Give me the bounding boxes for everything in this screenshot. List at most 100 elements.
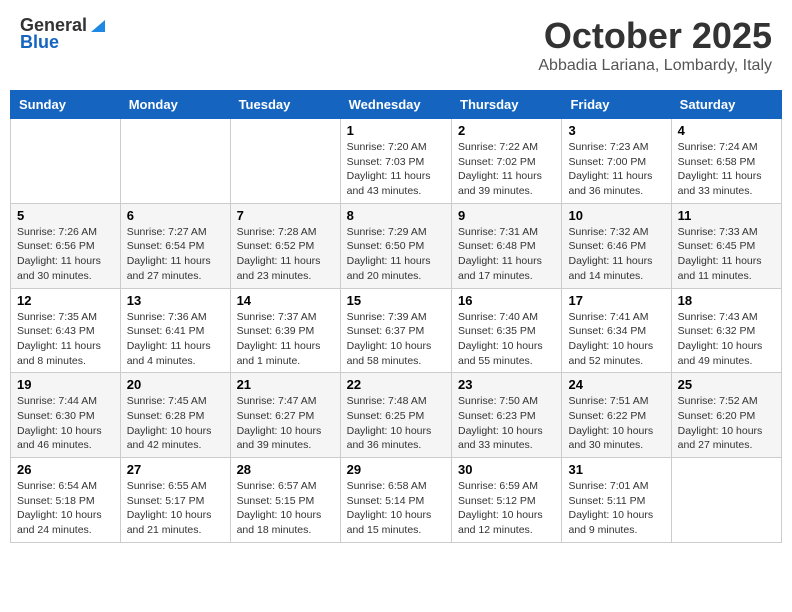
day-info: Sunrise: 7:52 AM Sunset: 6:20 PM Dayligh…	[678, 394, 775, 453]
day-info: Sunrise: 7:27 AM Sunset: 6:54 PM Dayligh…	[127, 225, 224, 284]
calendar-cell	[230, 119, 340, 204]
day-number: 14	[237, 293, 334, 308]
calendar-cell: 7 Sunrise: 7:28 AM Sunset: 6:52 PM Daylig…	[230, 203, 340, 288]
day-info: Sunrise: 7:22 AM Sunset: 7:02 PM Dayligh…	[458, 140, 555, 199]
calendar-cell: 28 Sunrise: 6:57 AM Sunset: 5:15 PM Dayli…	[230, 458, 340, 543]
calendar-cell: 20Sunrise: 7:45 AM Sunset: 6:28 PM Dayli…	[120, 373, 230, 458]
day-number: 8	[347, 208, 445, 223]
day-number: 9	[458, 208, 555, 223]
calendar-cell: 22 Sunrise: 7:48 AM Sunset: 6:25 PM Dayli…	[340, 373, 451, 458]
calendar-week-row: 19 Sunrise: 7:44 AM Sunset: 6:30 PM Dayli…	[11, 373, 782, 458]
day-info: Sunrise: 7:23 AM Sunset: 7:00 PM Dayligh…	[568, 140, 664, 199]
day-number: 3	[568, 123, 664, 138]
calendar-cell: 10 Sunrise: 7:32 AM Sunset: 6:46 PM Dayli…	[562, 203, 671, 288]
day-number: 16	[458, 293, 555, 308]
day-info: Sunrise: 7:43 AM Sunset: 6:32 PM Dayligh…	[678, 310, 775, 369]
day-info: Sunrise: 7:41 AM Sunset: 6:34 PM Dayligh…	[568, 310, 664, 369]
weekday-header-tuesday: Tuesday	[230, 91, 340, 119]
day-info: Sunrise: 7:24 AM Sunset: 6:58 PM Dayligh…	[678, 140, 775, 199]
day-info: Sunrise: 7:37 AM Sunset: 6:39 PM Dayligh…	[237, 310, 334, 369]
weekday-header-wednesday: Wednesday	[340, 91, 451, 119]
day-info: Sunrise: 7:40 AM Sunset: 6:35 PM Dayligh…	[458, 310, 555, 369]
calendar-cell: 29 Sunrise: 6:58 AM Sunset: 5:14 PM Dayli…	[340, 458, 451, 543]
logo: General Blue	[20, 15, 107, 53]
month-title: October 2025	[538, 15, 772, 57]
day-number: 7	[237, 208, 334, 223]
day-info: Sunrise: 6:58 AM Sunset: 5:14 PM Dayligh…	[347, 479, 445, 538]
day-info: Sunrise: 7:31 AM Sunset: 6:48 PM Dayligh…	[458, 225, 555, 284]
day-info: Sunrise: 7:44 AM Sunset: 6:30 PM Dayligh…	[17, 394, 114, 453]
calendar-cell: 13 Sunrise: 7:36 AM Sunset: 6:41 PM Dayli…	[120, 288, 230, 373]
day-info: Sunrise: 6:59 AM Sunset: 5:12 PM Dayligh…	[458, 479, 555, 538]
calendar-cell	[671, 458, 781, 543]
calendar-cell	[11, 119, 121, 204]
calendar-cell: 31 Sunrise: 7:01 AM Sunset: 5:11 PM Dayli…	[562, 458, 671, 543]
calendar-cell: 9 Sunrise: 7:31 AM Sunset: 6:48 PM Daylig…	[452, 203, 562, 288]
day-info: Sunrise: 6:57 AM Sunset: 5:15 PM Dayligh…	[237, 479, 334, 538]
day-number: 19	[17, 377, 114, 392]
weekday-header-saturday: Saturday	[671, 91, 781, 119]
day-info: Sunrise: 7:50 AM Sunset: 6:23 PM Dayligh…	[458, 394, 555, 453]
calendar-cell: 6 Sunrise: 7:27 AM Sunset: 6:54 PM Daylig…	[120, 203, 230, 288]
day-number: 27	[127, 462, 224, 477]
day-info: Sunrise: 7:28 AM Sunset: 6:52 PM Dayligh…	[237, 225, 334, 284]
logo-blue-text: Blue	[20, 32, 59, 53]
day-info: Sunrise: 7:20 AM Sunset: 7:03 PM Dayligh…	[347, 140, 445, 199]
calendar-cell: 16 Sunrise: 7:40 AM Sunset: 6:35 PM Dayli…	[452, 288, 562, 373]
calendar-cell: 1Sunrise: 7:20 AM Sunset: 7:03 PM Daylig…	[340, 119, 451, 204]
calendar-week-row: 26Sunrise: 6:54 AM Sunset: 5:18 PM Dayli…	[11, 458, 782, 543]
day-number: 26	[17, 462, 114, 477]
day-number: 29	[347, 462, 445, 477]
day-number: 11	[678, 208, 775, 223]
day-info: Sunrise: 7:26 AM Sunset: 6:56 PM Dayligh…	[17, 225, 114, 284]
weekday-header-thursday: Thursday	[452, 91, 562, 119]
day-number: 6	[127, 208, 224, 223]
day-number: 31	[568, 462, 664, 477]
weekday-header-friday: Friday	[562, 91, 671, 119]
calendar-cell: 2Sunrise: 7:22 AM Sunset: 7:02 PM Daylig…	[452, 119, 562, 204]
day-number: 4	[678, 123, 775, 138]
calendar-cell: 18 Sunrise: 7:43 AM Sunset: 6:32 PM Dayli…	[671, 288, 781, 373]
day-info: Sunrise: 7:39 AM Sunset: 6:37 PM Dayligh…	[347, 310, 445, 369]
calendar-week-row: 1Sunrise: 7:20 AM Sunset: 7:03 PM Daylig…	[11, 119, 782, 204]
day-info: Sunrise: 7:47 AM Sunset: 6:27 PM Dayligh…	[237, 394, 334, 453]
day-number: 22	[347, 377, 445, 392]
day-number: 30	[458, 462, 555, 477]
calendar-table: SundayMondayTuesdayWednesdayThursdayFrid…	[10, 90, 782, 543]
logo-triangle-icon	[89, 16, 107, 34]
calendar-cell: 25Sunrise: 7:52 AM Sunset: 6:20 PM Dayli…	[671, 373, 781, 458]
day-info: Sunrise: 7:51 AM Sunset: 6:22 PM Dayligh…	[568, 394, 664, 453]
calendar-cell: 12Sunrise: 7:35 AM Sunset: 6:43 PM Dayli…	[11, 288, 121, 373]
day-number: 21	[237, 377, 334, 392]
weekday-header-row: SundayMondayTuesdayWednesdayThursdayFrid…	[11, 91, 782, 119]
calendar-cell: 24Sunrise: 7:51 AM Sunset: 6:22 PM Dayli…	[562, 373, 671, 458]
calendar-cell: 5 Sunrise: 7:26 AM Sunset: 6:56 PM Daylig…	[11, 203, 121, 288]
calendar-cell: 21 Sunrise: 7:47 AM Sunset: 6:27 PM Dayli…	[230, 373, 340, 458]
day-info: Sunrise: 7:32 AM Sunset: 6:46 PM Dayligh…	[568, 225, 664, 284]
day-info: Sunrise: 7:48 AM Sunset: 6:25 PM Dayligh…	[347, 394, 445, 453]
day-number: 10	[568, 208, 664, 223]
calendar-week-row: 12Sunrise: 7:35 AM Sunset: 6:43 PM Dayli…	[11, 288, 782, 373]
weekday-header-monday: Monday	[120, 91, 230, 119]
calendar-cell: 30 Sunrise: 6:59 AM Sunset: 5:12 PM Dayli…	[452, 458, 562, 543]
day-info: Sunrise: 7:01 AM Sunset: 5:11 PM Dayligh…	[568, 479, 664, 538]
calendar-cell: 27Sunrise: 6:55 AM Sunset: 5:17 PM Dayli…	[120, 458, 230, 543]
calendar-cell: 19 Sunrise: 7:44 AM Sunset: 6:30 PM Dayli…	[11, 373, 121, 458]
day-number: 28	[237, 462, 334, 477]
day-number: 13	[127, 293, 224, 308]
day-info: Sunrise: 7:45 AM Sunset: 6:28 PM Dayligh…	[127, 394, 224, 453]
day-number: 5	[17, 208, 114, 223]
calendar-cell: 23 Sunrise: 7:50 AM Sunset: 6:23 PM Dayli…	[452, 373, 562, 458]
day-number: 23	[458, 377, 555, 392]
day-number: 17	[568, 293, 664, 308]
calendar-cell: 11Sunrise: 7:33 AM Sunset: 6:45 PM Dayli…	[671, 203, 781, 288]
weekday-header-sunday: Sunday	[11, 91, 121, 119]
calendar-cell: 3 Sunrise: 7:23 AM Sunset: 7:00 PM Daylig…	[562, 119, 671, 204]
day-info: Sunrise: 7:36 AM Sunset: 6:41 PM Dayligh…	[127, 310, 224, 369]
calendar-cell: 26Sunrise: 6:54 AM Sunset: 5:18 PM Dayli…	[11, 458, 121, 543]
page-header: General Blue October 2025 Abbadia Larian…	[10, 10, 782, 80]
day-number: 12	[17, 293, 114, 308]
day-number: 18	[678, 293, 775, 308]
location-title: Abbadia Lariana, Lombardy, Italy	[538, 57, 772, 75]
calendar-cell: 4 Sunrise: 7:24 AM Sunset: 6:58 PM Daylig…	[671, 119, 781, 204]
